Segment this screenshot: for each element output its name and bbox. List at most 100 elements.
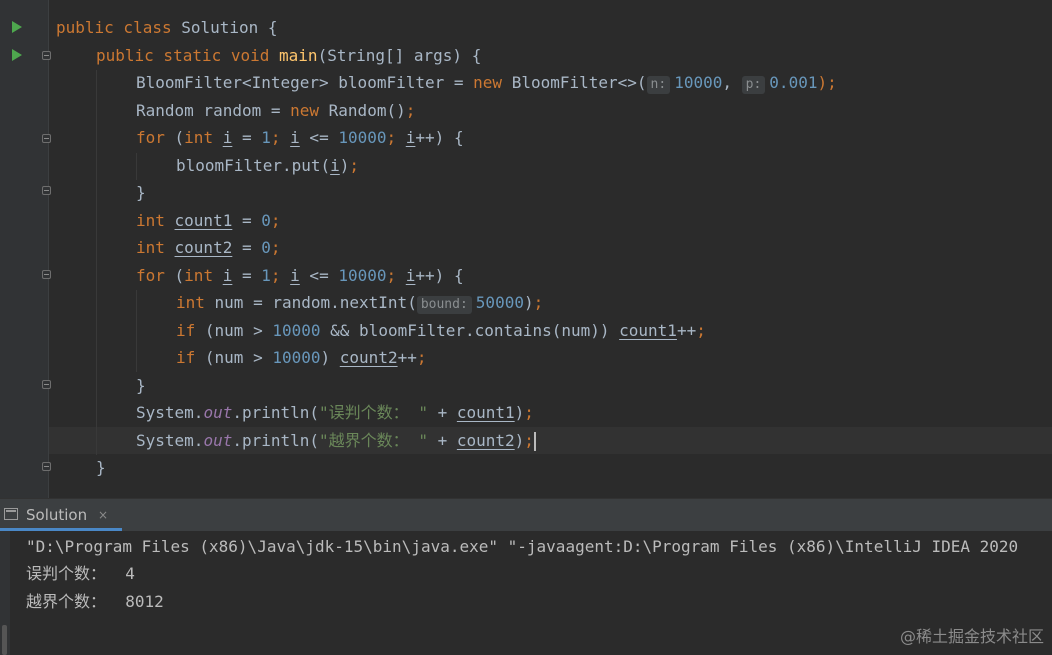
code-text: num = random.nextInt( <box>214 293 417 312</box>
code-text: ++ <box>676 321 697 340</box>
variable: i <box>405 266 416 285</box>
number-literal: 1 <box>261 266 271 285</box>
code-text: <= <box>299 128 339 147</box>
variable: i <box>222 266 233 285</box>
code-text: (num > <box>204 348 273 367</box>
console-line-output-1: 误判个数： 4 <box>26 564 135 583</box>
code-text: System. <box>136 431 204 450</box>
code-line-12: if (num > 10000 && bloomFilter.contains(… <box>176 317 706 344</box>
code-text: = <box>232 238 262 257</box>
code-text: ) <box>514 403 525 422</box>
code-text: = <box>232 128 262 147</box>
number-literal: 1 <box>261 128 271 147</box>
keyword: public class <box>56 18 182 37</box>
code-text: BloomFilter<>( <box>511 73 647 92</box>
semicolon: ; <box>416 348 427 367</box>
brace: } <box>136 183 146 202</box>
variable: i <box>330 156 340 175</box>
code-line-2: public static void main(String[] args) { <box>96 42 481 69</box>
code-text: = <box>232 211 262 230</box>
code-line-1: public class Solution { <box>56 14 278 41</box>
code-editor[interactable]: public class Solution { public static vo… <box>0 0 1052 498</box>
code-text: ) <box>523 293 534 312</box>
keyword: if <box>176 348 205 367</box>
run-class-icon[interactable] <box>12 21 22 33</box>
code-text: .println( <box>232 431 320 450</box>
indent-guide <box>136 290 137 372</box>
variable: count1 <box>619 321 677 340</box>
semicolon: ; <box>270 128 291 147</box>
code-text: ) <box>320 348 340 367</box>
fold-icon[interactable] <box>42 380 51 389</box>
watermark: @稀土掘金技术社区 <box>899 627 1044 646</box>
number-literal: 10000 <box>674 73 723 92</box>
code-line-6: bloomFilter.put(i); <box>176 152 359 179</box>
run-main-icon[interactable] <box>12 49 22 61</box>
brace: } <box>96 458 106 477</box>
gutter-separator <box>48 0 49 498</box>
fold-icon[interactable] <box>42 134 51 143</box>
code-text: bloomFilter.put( <box>176 156 331 175</box>
string-literal: "越界个数： " <box>319 431 428 450</box>
fold-icon[interactable] <box>42 186 51 195</box>
variable: count2 <box>339 348 398 367</box>
variable: i <box>405 128 416 147</box>
code-text: ) <box>514 431 525 450</box>
keyword: int <box>184 128 223 147</box>
code-text: ++) { <box>415 128 464 147</box>
code-text: (String[] args) { <box>317 46 482 65</box>
code-text: ++ <box>397 348 417 367</box>
code-text: Random random = <box>136 101 291 120</box>
code-text: ); <box>817 73 837 92</box>
param-hint: n: <box>646 76 671 94</box>
keyword: int <box>176 293 215 312</box>
variable: count1 <box>174 211 233 230</box>
code-text: <= <box>299 266 339 285</box>
code-line-9: int count2 = 0; <box>136 234 281 261</box>
semicolon: ; <box>270 238 281 257</box>
console-output[interactable]: "D:\Program Files (x86)\Java\jdk-15\bin\… <box>0 531 1052 655</box>
code-line-14: } <box>136 372 146 399</box>
number-literal: 10000 <box>272 348 321 367</box>
keyword: int <box>136 211 175 230</box>
code-line-5: for (int i = 1; i <= 10000; i++) { <box>136 124 464 151</box>
code-text: + <box>427 431 457 450</box>
console-line-output-2: 越界个数： 8012 <box>26 592 164 611</box>
semicolon: ; <box>270 266 291 285</box>
variable: i <box>290 266 300 285</box>
code-text: (num > <box>204 321 273 340</box>
code-text: ) <box>339 156 350 175</box>
variable: count1 <box>456 403 515 422</box>
close-icon[interactable]: × <box>98 509 108 521</box>
code-line-8: int count1 = 0; <box>136 207 281 234</box>
keyword: if <box>176 321 205 340</box>
semicolon: ; <box>270 211 281 230</box>
number-literal: 0 <box>261 238 271 257</box>
keyword: for <box>136 266 175 285</box>
code-line-3: BloomFilter<Integer> bloomFilter = new B… <box>136 69 837 96</box>
number-literal: 50000 <box>475 293 524 312</box>
code-line-7: } <box>136 179 146 206</box>
method-name: main <box>279 46 318 65</box>
semicolon: ; <box>349 156 360 175</box>
run-tab-solution[interactable]: Solution <box>26 499 87 531</box>
code-text: System. <box>136 403 204 422</box>
semicolon: ; <box>533 293 544 312</box>
brace: } <box>136 376 146 395</box>
fold-icon[interactable] <box>42 51 51 60</box>
number-literal: 0 <box>261 211 271 230</box>
param-hint: bound: <box>416 296 472 314</box>
run-panel-header: Solution × <box>0 498 1052 531</box>
fold-icon[interactable] <box>42 462 51 471</box>
semicolon: ; <box>524 403 534 422</box>
keyword: for <box>136 128 175 147</box>
variable: count2 <box>456 431 515 450</box>
semicolon: ; <box>696 321 706 340</box>
fold-icon[interactable] <box>42 270 51 279</box>
keyword: int <box>136 238 175 257</box>
indent-guide <box>96 70 97 455</box>
text-caret <box>533 432 536 451</box>
static-field: out <box>203 431 233 450</box>
code-text: = <box>232 266 262 285</box>
scrollbar-thumb[interactable] <box>2 625 7 655</box>
